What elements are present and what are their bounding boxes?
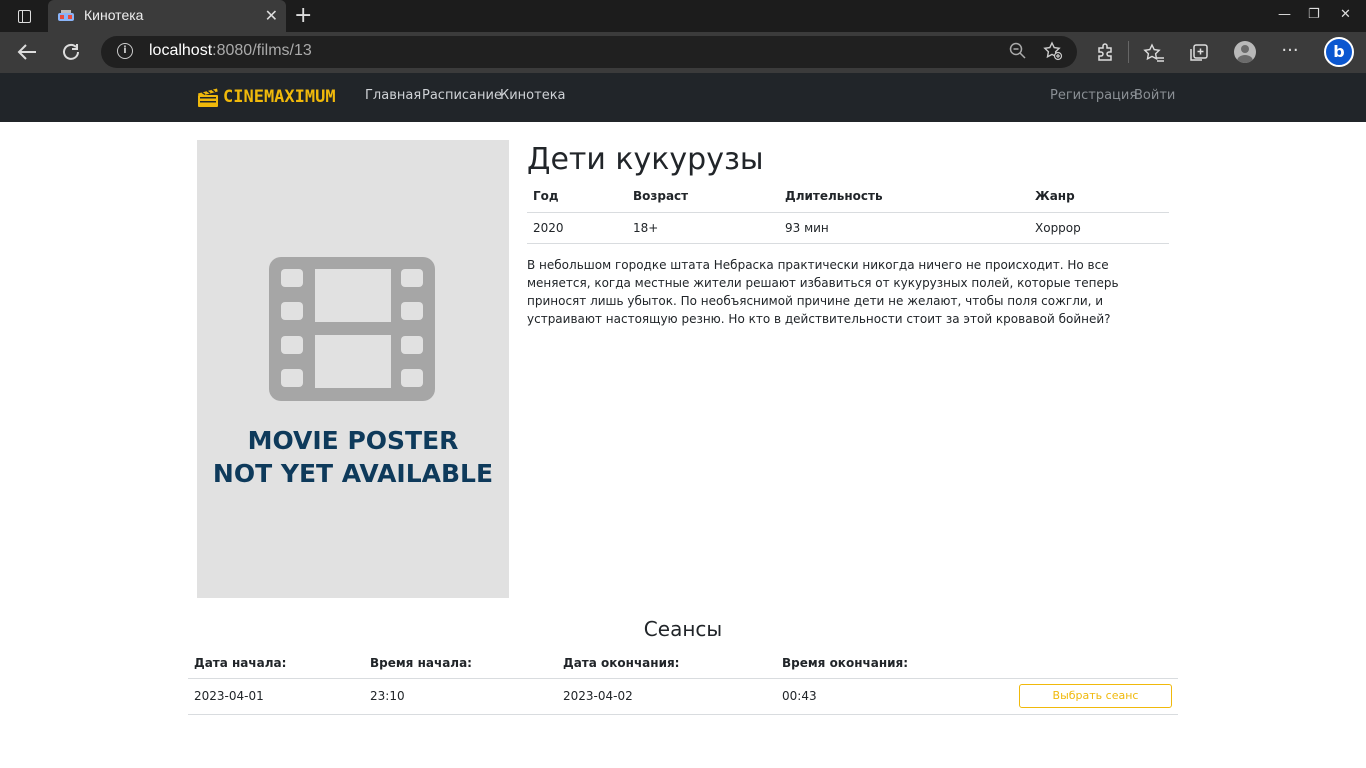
tab-close-icon[interactable]: ✕ bbox=[265, 6, 278, 26]
poster-text-line-2: NOT YET AVAILABLE bbox=[212, 459, 494, 488]
poster-text-line-1: MOVIE POSTER bbox=[247, 426, 459, 455]
nav-films[interactable]: Кинотека bbox=[500, 88, 566, 103]
extensions-icon[interactable] bbox=[1094, 42, 1116, 64]
maximize-button[interactable]: ❐ bbox=[1308, 5, 1320, 25]
toolbar-divider bbox=[1128, 41, 1129, 63]
poster-placeholder-text: MOVIE POSTER NOT YET AVAILABLE bbox=[197, 424, 509, 490]
header-year: Год bbox=[527, 181, 627, 213]
tab-actions-icon[interactable] bbox=[12, 6, 36, 26]
select-session-button[interactable]: Выбрать сеанс bbox=[1019, 684, 1172, 708]
favorites-icon[interactable] bbox=[1143, 42, 1165, 64]
header-duration: Длительность bbox=[779, 181, 1029, 213]
zoom-out-icon[interactable] bbox=[1009, 42, 1027, 60]
sessions-table: Дата начала: Время начала: Дата окончани… bbox=[188, 648, 1178, 715]
header-end-date: Дата окончания: bbox=[557, 648, 776, 679]
header-start-date: Дата начала: bbox=[188, 648, 364, 679]
header-age: Возраст bbox=[627, 181, 779, 213]
more-icon[interactable]: ··· bbox=[1278, 41, 1302, 61]
bing-icon[interactable]: b bbox=[1324, 37, 1354, 67]
session-end-date: 2023-04-02 bbox=[557, 678, 776, 715]
url-text: localhost:8080/films/13 bbox=[149, 42, 312, 59]
session-end-time: 00:43 bbox=[776, 678, 1009, 715]
film-title: Дети кукурузы bbox=[527, 142, 764, 177]
site-navbar: CINEMAXIMUM Главная Расписание Кинотека … bbox=[0, 73, 1366, 122]
nav-schedule[interactable]: Расписание bbox=[422, 88, 502, 103]
film-info-table: Год Возраст Длительность Жанр 2020 18+ 9… bbox=[527, 181, 1169, 244]
header-genre: Жанр bbox=[1029, 181, 1169, 213]
value-age: 18+ bbox=[627, 212, 779, 244]
back-icon[interactable] bbox=[16, 42, 38, 62]
profile-avatar-icon[interactable] bbox=[1234, 41, 1256, 63]
session-row: 2023-04-01 23:10 2023-04-02 00:43 Выбрат… bbox=[188, 678, 1178, 715]
film-description: В небольшом городке штата Небраска практ… bbox=[527, 258, 1119, 326]
value-duration: 93 мин bbox=[779, 212, 1029, 244]
session-start-time: 23:10 bbox=[364, 678, 557, 715]
header-action bbox=[1009, 648, 1178, 679]
site-info-icon[interactable]: i bbox=[117, 43, 133, 59]
add-favorite-icon[interactable] bbox=[1043, 41, 1063, 61]
tab-favicon-icon bbox=[58, 10, 74, 21]
value-genre: Хоррор bbox=[1029, 212, 1169, 244]
refresh-icon[interactable] bbox=[61, 42, 83, 62]
browser-tab-bar: Кинотека ✕ + — ❐ ✕ bbox=[0, 0, 1366, 32]
film-poster: MOVIE POSTER NOT YET AVAILABLE bbox=[197, 140, 509, 598]
new-tab-button[interactable]: + bbox=[294, 3, 312, 29]
nav-login[interactable]: Войти bbox=[1134, 88, 1175, 103]
session-action-cell: Выбрать сеанс bbox=[1009, 678, 1178, 715]
info-value-row: 2020 18+ 93 мин Хоррор bbox=[527, 212, 1169, 244]
info-header-row: Год Возраст Длительность Жанр bbox=[527, 181, 1169, 213]
window-close-button[interactable]: ✕ bbox=[1340, 5, 1351, 25]
sessions-title: Сеансы bbox=[643, 617, 723, 641]
address-bar[interactable]: i localhost:8080/films/13 bbox=[101, 36, 1077, 68]
clapperboard-icon bbox=[198, 88, 218, 107]
nav-home[interactable]: Главная bbox=[365, 88, 421, 103]
header-start-time: Время начала: bbox=[364, 648, 557, 679]
film-strip-icon bbox=[269, 257, 435, 401]
session-start-date: 2023-04-01 bbox=[188, 678, 364, 715]
browser-tab[interactable]: Кинотека ✕ bbox=[48, 0, 286, 32]
brand-name: CINEMAXIMUM bbox=[223, 87, 336, 107]
minimize-button[interactable]: — bbox=[1278, 5, 1291, 25]
tab-title: Кинотека bbox=[84, 7, 144, 23]
collections-icon[interactable] bbox=[1188, 42, 1210, 64]
header-end-time: Время окончания: bbox=[776, 648, 1009, 679]
browser-toolbar: i localhost:8080/films/13 ··· b bbox=[0, 32, 1366, 73]
sessions-header-row: Дата начала: Время начала: Дата окончани… bbox=[188, 648, 1178, 679]
nav-register[interactable]: Регистрация bbox=[1050, 88, 1137, 103]
value-year: 2020 bbox=[527, 212, 627, 244]
